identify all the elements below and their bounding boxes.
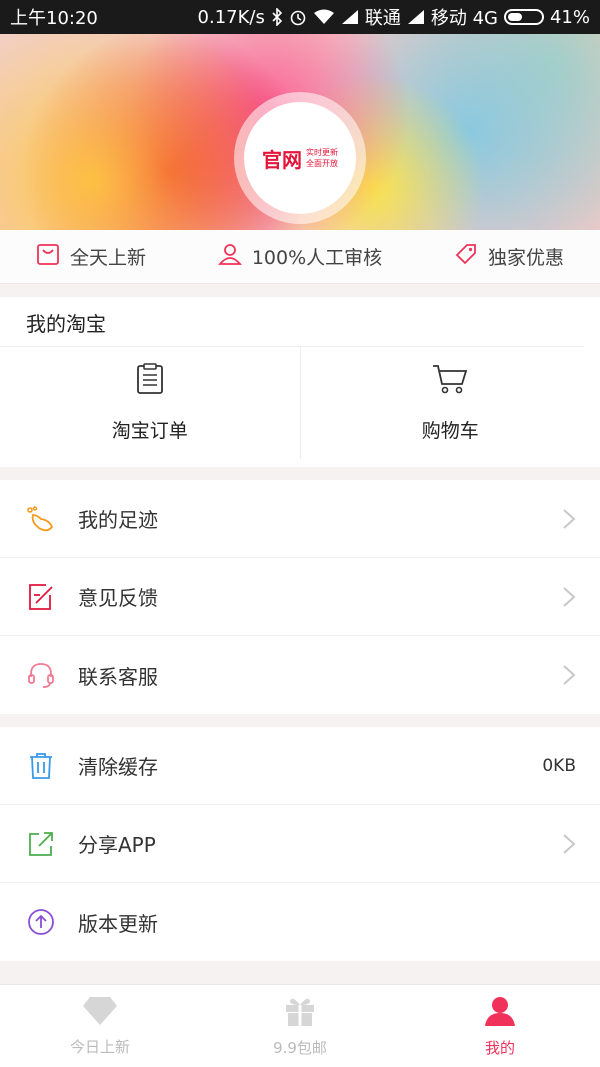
signal-icon (341, 9, 359, 25)
logo-title: 官网 (262, 147, 302, 172)
menu-item-share-app[interactable]: 分享APP (0, 805, 600, 883)
alarm-icon (289, 8, 307, 26)
section-title: 我的淘宝 (0, 297, 584, 347)
battery-icon (503, 9, 544, 25)
share-icon (26, 829, 56, 859)
cache-size-value: 0KB (542, 755, 576, 776)
battery-level: 41% (549, 6, 590, 28)
feature-label: 100%人工审核 (251, 247, 383, 269)
tab-mine[interactable]: 我的 (400, 985, 600, 1067)
user-icon (484, 995, 516, 1031)
update-icon (26, 907, 56, 937)
diamond-icon (82, 996, 118, 1030)
chevron-right-icon (563, 665, 576, 685)
tab-today-new[interactable]: 今日上新 (0, 985, 200, 1067)
menu-group-2: 清除缓存 0KB 分享APP 版本更新 (0, 727, 600, 961)
feature-label: 独家优惠 (488, 247, 565, 269)
menu-item-customer-service[interactable]: 联系客服 (0, 636, 600, 714)
chevron-right-icon (563, 508, 576, 529)
feedback-icon (26, 582, 56, 612)
menu-item-version-update[interactable]: 版本更新 (0, 883, 600, 961)
menu-item-feedback[interactable]: 意见反馈 (0, 558, 600, 636)
profile-header-banner: 官网 实时更新 全面开放 (0, 34, 600, 230)
menu-label: 我的足迹 (78, 508, 158, 532)
feature-new-daily: 全天上新 (36, 242, 146, 271)
order-list-icon (136, 363, 164, 400)
person-icon (217, 242, 242, 271)
feature-exclusive-deal: 独家优惠 (454, 242, 564, 271)
menu-item-footprint[interactable]: 我的足迹 (0, 480, 600, 558)
logo-subtitle-1: 实时更新 (306, 148, 338, 157)
bag-icon (36, 242, 60, 271)
tab-free-shipping[interactable]: 9.9包邮 (200, 985, 400, 1067)
feature-manual-review: 100%人工审核 (217, 242, 383, 271)
feature-strip: 全天上新 100%人工审核 独家优惠 (0, 230, 600, 284)
footprint-icon (26, 504, 56, 534)
logo-subtitle-2: 全面开放 (306, 159, 338, 168)
bottom-tab-bar: 今日上新 9.9包邮 我的 (0, 984, 600, 1067)
chevron-right-icon (563, 586, 576, 607)
signal-icon-2 (407, 9, 425, 25)
status-bar: 上午10:20 0.17K/s 联通 移动 4G 41% (0, 0, 600, 34)
menu-item-clear-cache[interactable]: 清除缓存 0KB (0, 727, 600, 805)
wifi-icon (313, 9, 335, 25)
status-time: 上午10:20 (10, 8, 98, 29)
carrier-2: 移动 4G (430, 8, 498, 29)
gift-icon (284, 995, 316, 1031)
tag-icon (454, 242, 478, 271)
tab-label: 9.9包邮 (273, 1038, 327, 1057)
headset-icon (26, 660, 56, 690)
menu-label: 分享APP (78, 833, 156, 857)
shopping-cart-label: 购物车 (421, 420, 479, 442)
taobao-orders-label: 淘宝订单 (111, 420, 188, 442)
menu-group-1: 我的足迹 意见反馈 联系客服 (0, 480, 600, 714)
menu-label: 联系客服 (78, 664, 158, 689)
logo-badge: 官网 实时更新 全面开放 (234, 92, 366, 224)
carrier-1: 联通 (364, 8, 401, 29)
bluetooth-icon (271, 8, 283, 26)
taobao-orders-button[interactable]: 淘宝订单 (0, 347, 300, 459)
tab-label: 今日上新 (69, 1037, 130, 1056)
menu-label: 清除缓存 (78, 755, 158, 779)
network-speed: 0.17K/s (197, 6, 265, 28)
cart-icon (432, 363, 468, 400)
menu-label: 版本更新 (78, 911, 158, 936)
feature-label: 全天上新 (69, 247, 146, 269)
my-taobao-section: 我的淘宝 淘宝订单 购物车 (0, 297, 600, 467)
chevron-right-icon (563, 833, 576, 854)
trash-icon (26, 751, 56, 781)
shopping-cart-button[interactable]: 购物车 (299, 347, 600, 459)
tab-label: 我的 (484, 1038, 515, 1057)
menu-label: 意见反馈 (78, 586, 158, 610)
